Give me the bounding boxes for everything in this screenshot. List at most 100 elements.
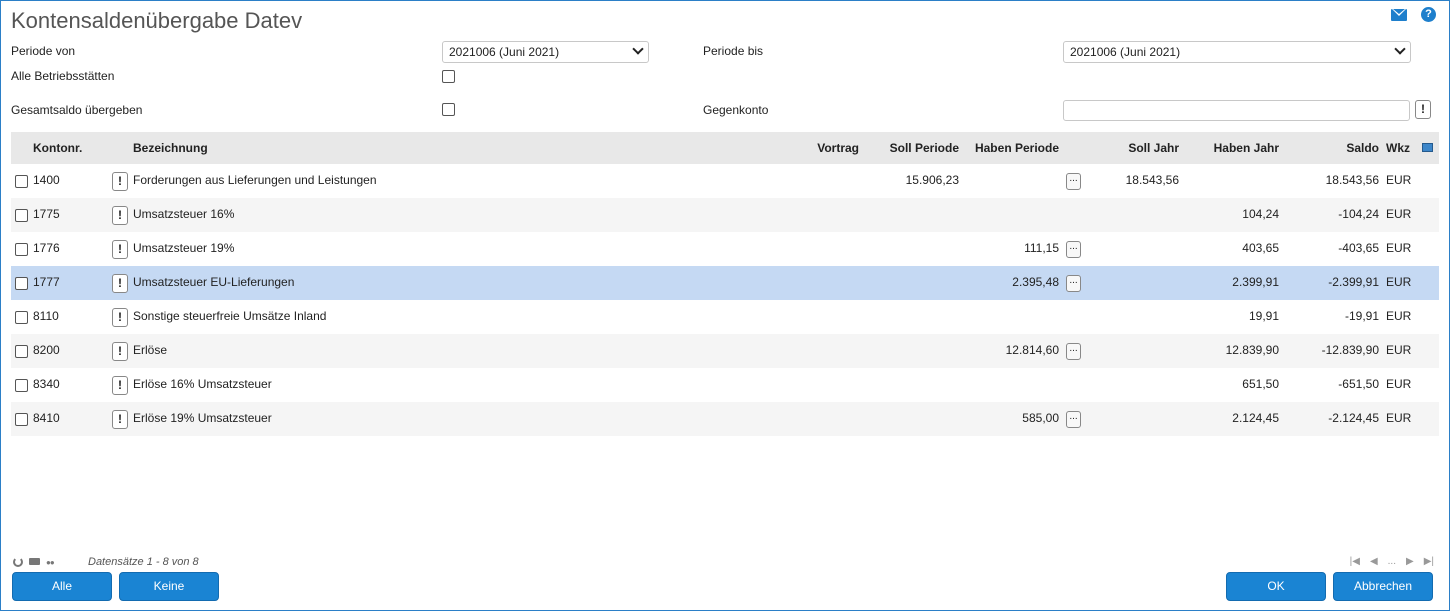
prev-page-icon[interactable]: ◀ (1370, 556, 1378, 567)
gegenkonto-input[interactable] (1063, 100, 1410, 121)
row-more-button[interactable]: ... (1066, 173, 1081, 190)
row-detail-button[interactable]: ! (112, 376, 128, 395)
table-row[interactable]: ! 1777 Umsatzsteuer EU-Lieferungen 2.395,48… (11, 266, 1439, 300)
cell-bezeichnung: Umsatzsteuer 16% (133, 207, 235, 221)
row-detail-button[interactable]: ! (112, 172, 128, 191)
settings-icon[interactable] (46, 556, 60, 567)
row-checkbox[interactable] (15, 175, 28, 188)
gesamtsaldo-label: Gesamtsaldo übergeben (11, 103, 143, 117)
row-checkbox[interactable] (15, 243, 28, 256)
abbrechen-button[interactable]: Abbrechen (1333, 572, 1433, 601)
mail-icon[interactable] (1391, 8, 1407, 21)
cell-wkz: EUR (1386, 207, 1412, 221)
row-detail-button[interactable]: ! (112, 308, 128, 327)
cell-haben-periode: 2.395,48 (1012, 275, 1059, 289)
col-kontonr[interactable]: Kontonr. (33, 132, 82, 164)
table-row[interactable]: ! 8110 Sonstige steuerfreie Umsätze Inland… (11, 300, 1439, 334)
row-detail-button[interactable]: ! (112, 342, 128, 361)
gesamtsaldo-checkbox[interactable] (442, 103, 455, 116)
accounts-grid: Kontonr. Bezeichnung Vortrag Soll Period… (11, 132, 1439, 436)
grid-body: ! 1400 Forderungen aus Lieferungen und Lei… (11, 164, 1439, 436)
row-checkbox[interactable] (15, 379, 28, 392)
page-title: Kontensaldenübergabe Datev (11, 8, 303, 33)
cell-haben-jahr: 104,24 (1242, 207, 1279, 221)
cell-haben-periode: 12.814,60 (1005, 343, 1059, 357)
cell-saldo: -104,24 (1338, 207, 1379, 221)
row-checkbox[interactable] (15, 345, 28, 358)
cell-kontonr: 8410 (33, 411, 60, 425)
row-checkbox[interactable] (15, 209, 28, 222)
col-haben-jahr[interactable]: Haben Jahr (1189, 132, 1279, 164)
cell-bezeichnung: Umsatzsteuer 19% (133, 241, 235, 255)
cell-kontonr: 1776 (33, 241, 60, 255)
row-detail-button[interactable]: ! (112, 240, 128, 259)
periode-von-select[interactable]: 2021006 (Juni 2021) (442, 41, 649, 63)
row-more-button[interactable]: ... (1066, 241, 1081, 258)
periode-bis-label: Periode bis (703, 44, 764, 58)
reload-icon[interactable] (13, 556, 23, 567)
cell-bezeichnung: Umsatzsteuer EU-Lieferungen (133, 275, 295, 289)
col-haben-periode[interactable]: Haben Periode (961, 132, 1059, 164)
table-row[interactable]: ! 8340 Erlöse 16% Umsatzsteuer 651,50 -651,5… (11, 368, 1439, 402)
help-icon[interactable]: ? (1421, 7, 1436, 22)
cell-saldo: -19,91 (1344, 309, 1379, 323)
row-more-button[interactable]: ... (1066, 275, 1081, 292)
table-row[interactable]: ! 1776 Umsatzsteuer 19% 111,15 403,65 -403,65… (11, 232, 1439, 266)
row-detail-button[interactable]: ! (112, 410, 128, 429)
cell-haben-jahr: 12.839,90 (1225, 343, 1279, 357)
col-vortrag[interactable]: Vortrag (791, 132, 859, 164)
cell-wkz: EUR (1386, 309, 1412, 323)
print-icon[interactable] (29, 558, 40, 565)
cell-bezeichnung: Erlöse 19% Umsatzsteuer (133, 411, 272, 425)
row-detail-button[interactable]: ! (112, 274, 128, 293)
col-wkz[interactable]: Wkz (1386, 132, 1410, 164)
row-detail-button[interactable]: ! (112, 206, 128, 225)
pager: |◀ ◀ ... ▶ ▶| (1350, 556, 1434, 567)
cell-bezeichnung: Forderungen aus Lieferungen und Leistung… (133, 173, 377, 187)
cell-haben-periode: 585,00 (1022, 411, 1059, 425)
last-page-icon[interactable]: ▶| (1424, 556, 1434, 567)
cell-wkz: EUR (1386, 411, 1412, 425)
cell-kontonr: 8110 (33, 309, 59, 323)
cell-wkz: EUR (1386, 377, 1412, 391)
first-page-icon[interactable]: |◀ (1350, 556, 1360, 567)
page-indicator: ... (1387, 556, 1396, 567)
table-row[interactable]: ! 1775 Umsatzsteuer 16% 104,24 -104,24 EUR (11, 198, 1439, 232)
row-checkbox[interactable] (15, 277, 28, 290)
cell-kontonr: 8200 (33, 343, 60, 357)
export-icon[interactable] (1422, 143, 1433, 152)
next-page-icon[interactable]: ▶ (1406, 556, 1414, 567)
gegenkonto-label: Gegenkonto (703, 103, 769, 117)
row-more-button[interactable]: ... (1066, 411, 1081, 428)
cell-kontonr: 1775 (33, 207, 60, 221)
cell-wkz: EUR (1386, 343, 1412, 357)
top-icons: ? (1391, 7, 1436, 22)
periode-bis-select[interactable]: 2021006 (Juni 2021) (1063, 41, 1411, 63)
cell-saldo: -12.839,90 (1321, 343, 1379, 357)
ok-button[interactable]: OK (1226, 572, 1326, 601)
col-bezeichnung[interactable]: Bezeichnung (133, 132, 208, 164)
keine-button[interactable]: Keine (119, 572, 219, 601)
col-soll-jahr[interactable]: Soll Jahr (1091, 132, 1179, 164)
periode-bis-value: 2021006 (Juni 2021) (1070, 45, 1181, 59)
table-row[interactable]: ! 8200 Erlöse 12.814,60 12.839,90 -12.839,90 E… (11, 334, 1439, 368)
cell-kontonr: 8340 (33, 377, 60, 391)
cell-kontonr: 1777 (33, 275, 60, 289)
row-checkbox[interactable] (15, 413, 28, 426)
table-row[interactable]: ! 1400 Forderungen aus Lieferungen und Lei… (11, 164, 1439, 198)
cell-bezeichnung: Erlöse (133, 343, 168, 357)
col-soll-periode[interactable]: Soll Periode (869, 132, 959, 164)
table-row[interactable]: ! 8410 Erlöse 19% Umsatzsteuer 585,00 2.124,… (11, 402, 1439, 436)
cell-haben-periode: 111,15 (1024, 241, 1059, 255)
row-checkbox[interactable] (15, 311, 28, 324)
cell-soll-periode: 15.906,23 (905, 173, 959, 187)
cell-soll-jahr: 18.543,56 (1125, 173, 1179, 187)
row-more-button[interactable]: ... (1066, 343, 1081, 360)
alle-button[interactable]: Alle (12, 572, 112, 601)
alle-betriebsstaetten-checkbox[interactable] (442, 70, 455, 83)
chevron-down-icon (632, 43, 644, 55)
gegenkonto-lookup-button[interactable]: ! (1415, 100, 1431, 119)
cell-haben-jahr: 403,65 (1242, 241, 1279, 255)
col-saldo[interactable]: Saldo (1289, 132, 1379, 164)
cell-saldo: -2.399,91 (1328, 275, 1379, 289)
